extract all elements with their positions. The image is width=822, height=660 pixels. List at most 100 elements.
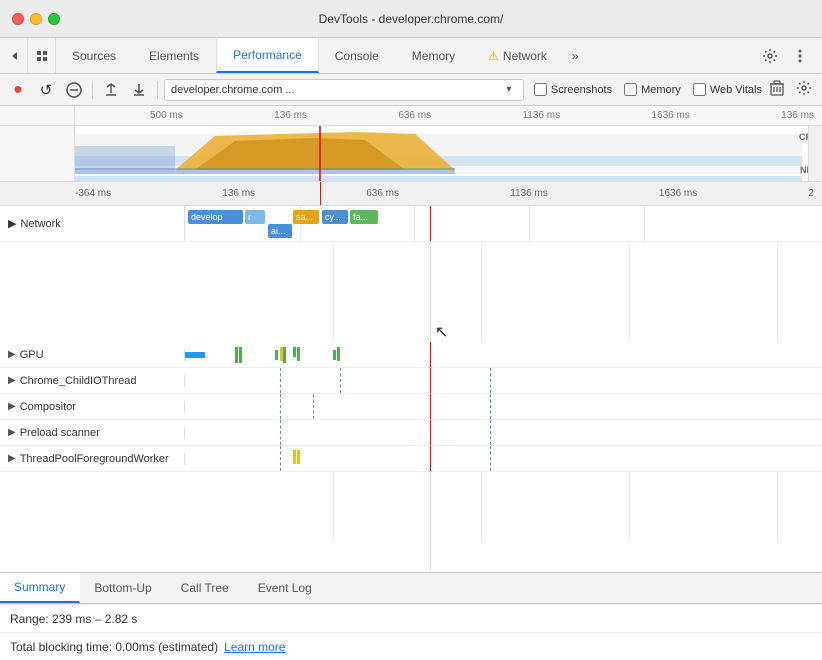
webvitals-checkbox[interactable]: Web Vitals (693, 83, 762, 96)
tab-elements[interactable]: Elements (133, 38, 216, 73)
tab-performance[interactable]: Performance (216, 38, 319, 73)
comp-dashed-2 (313, 394, 314, 419)
capture-settings-button[interactable] (792, 80, 816, 99)
tab-nav-back[interactable] (0, 38, 28, 73)
net-req-1: r (245, 210, 265, 224)
blank-area: ↖ (0, 242, 822, 342)
gpu-label: ▶ GPU (0, 349, 185, 361)
close-button[interactable] (12, 13, 24, 25)
tp-dashed-3 (490, 446, 491, 471)
tab-bottom-up[interactable]: Bottom-Up (80, 573, 166, 603)
ruler-label-3: 1136 ms (522, 110, 560, 121)
tick-line-3 (529, 206, 530, 241)
compositor-content (185, 394, 822, 419)
trash-button[interactable] (766, 80, 788, 99)
timeline-time-labels: -364 ms 136 ms 636 ms 1136 ms 1636 ms 2 (75, 188, 822, 199)
tl-label-2: 636 ms (366, 188, 399, 199)
tick-line-2 (414, 206, 415, 241)
cursor-icon: ↖ (435, 322, 448, 342)
tab-event-log[interactable]: Event Log (244, 573, 327, 603)
gpu-bar-6 (293, 347, 296, 357)
network-row-label: ▶ Network (0, 206, 185, 241)
minimize-button[interactable] (30, 13, 42, 25)
bottom-info: Total blocking time: 0.00ms (estimated) … (0, 632, 822, 660)
bottom-tabs: Summary Bottom-Up Call Tree Event Log (0, 572, 822, 604)
tab-nav-panel[interactable] (28, 38, 56, 73)
preload-dashed-3 (490, 420, 491, 445)
child-io-expand[interactable]: ▶ (8, 375, 16, 386)
status-bar: Range: 239 ms – 2.82 s (0, 604, 822, 632)
threadpool-label: ▶ ThreadPoolForegroundWorker (0, 453, 185, 465)
time-cursor (320, 182, 321, 205)
compositor-expand[interactable]: ▶ (8, 401, 16, 412)
comp-dashed-4 (490, 394, 491, 419)
upload-button[interactable] (99, 78, 123, 102)
threadpool-content (185, 446, 822, 471)
child-io-content (185, 368, 822, 393)
url-dropdown-button[interactable]: ▾ (501, 82, 517, 98)
tl-label-5: 2 (808, 188, 814, 199)
tab-summary[interactable]: Summary (0, 573, 80, 603)
timeline-ruler: 500 ms 136 ms 636 ms 1136 ms 1636 ms 136… (0, 106, 822, 126)
learn-more-link[interactable]: Learn more (224, 640, 285, 654)
tab-more-button[interactable]: » (564, 38, 587, 73)
comp-dashed-1 (280, 394, 281, 419)
preload-row: ▶ Preload scanner (0, 420, 822, 446)
preload-content (185, 420, 822, 445)
network-warning-icon: ⚠ (488, 49, 499, 63)
memory-checkbox[interactable]: Memory (624, 83, 681, 96)
gpu-expand[interactable]: ▶ (8, 349, 16, 360)
dashed-2 (340, 368, 341, 393)
network-cursor (430, 206, 431, 241)
tab-network[interactable]: ⚠ Network (472, 38, 564, 73)
scrollbar[interactable] (808, 126, 822, 181)
settings-icon[interactable] (758, 44, 782, 68)
toolbar: ● ↺ developer.chrome.com ... ▾ Screensho… (0, 74, 822, 106)
gpu-row: ▶ GPU (0, 342, 822, 368)
thread-area: ↖ ▶ GPU (0, 242, 822, 572)
network-content: develop r ai... sa... cy... fa... (185, 206, 822, 241)
tab-sources[interactable]: Sources (56, 38, 133, 73)
tab-call-tree[interactable]: Call Tree (167, 573, 244, 603)
tab-memory[interactable]: Memory (396, 38, 472, 73)
timeline-ruler-row: -364 ms 136 ms 636 ms 1136 ms 1636 ms 2 (0, 182, 822, 206)
screenshots-checkbox[interactable]: Screenshots (534, 83, 612, 96)
net-req-2: ai... (268, 224, 292, 238)
gpu-bar-8 (333, 350, 336, 360)
clear-button[interactable] (62, 78, 86, 102)
more-options-icon[interactable] (788, 44, 812, 68)
dashed-4 (490, 368, 491, 393)
preload-expand[interactable]: ▶ (8, 427, 16, 438)
ruler-label-1: 136 ms (274, 110, 307, 121)
blocking-time-text: Total blocking time: 0.00ms (estimated) (10, 640, 218, 654)
tab-gear-area (748, 38, 822, 73)
preload-cursor (430, 420, 431, 445)
network-row: ▶ Network develop r ai... sa... cy... fa… (0, 206, 822, 242)
threadpool-cursor (430, 446, 431, 471)
compositor-row: ▶ Compositor (0, 394, 822, 420)
toolbar-separator-2 (157, 81, 158, 99)
compositor-cursor (430, 394, 431, 419)
net-req-0: develop (188, 210, 243, 224)
toolbar-separator-1 (92, 81, 93, 99)
tab-console[interactable]: Console (319, 38, 396, 73)
child-io-row: ▶ Chrome_ChildIOThread (0, 368, 822, 394)
record-button[interactable]: ● (6, 78, 30, 102)
threadpool-expand[interactable]: ▶ (8, 453, 16, 464)
ruler-label-0: 500 ms (150, 110, 183, 121)
child-io-label: ▶ Chrome_ChildIOThread (0, 375, 185, 387)
gpu-bar-2 (239, 347, 242, 363)
cpu-net-chart: CPU NET (0, 126, 822, 182)
main-content: 500 ms 136 ms 636 ms 1136 ms 1636 ms 136… (0, 106, 822, 572)
maximize-button[interactable] (48, 13, 60, 25)
gpu-bar-1 (235, 347, 238, 363)
gpu-bar-bg (185, 352, 205, 358)
network-expand-arrow[interactable]: ▶ (8, 217, 16, 230)
window-title: DevTools - developer.chrome.com/ (319, 12, 504, 26)
reload-button[interactable]: ↺ (34, 78, 58, 102)
tab-bar: Sources Elements Performance Console Mem… (0, 38, 822, 74)
net-req-5: fa... (350, 210, 378, 224)
tick-line-4 (644, 206, 645, 241)
url-bar: developer.chrome.com ... ▾ (164, 79, 524, 101)
download-button[interactable] (127, 78, 151, 102)
